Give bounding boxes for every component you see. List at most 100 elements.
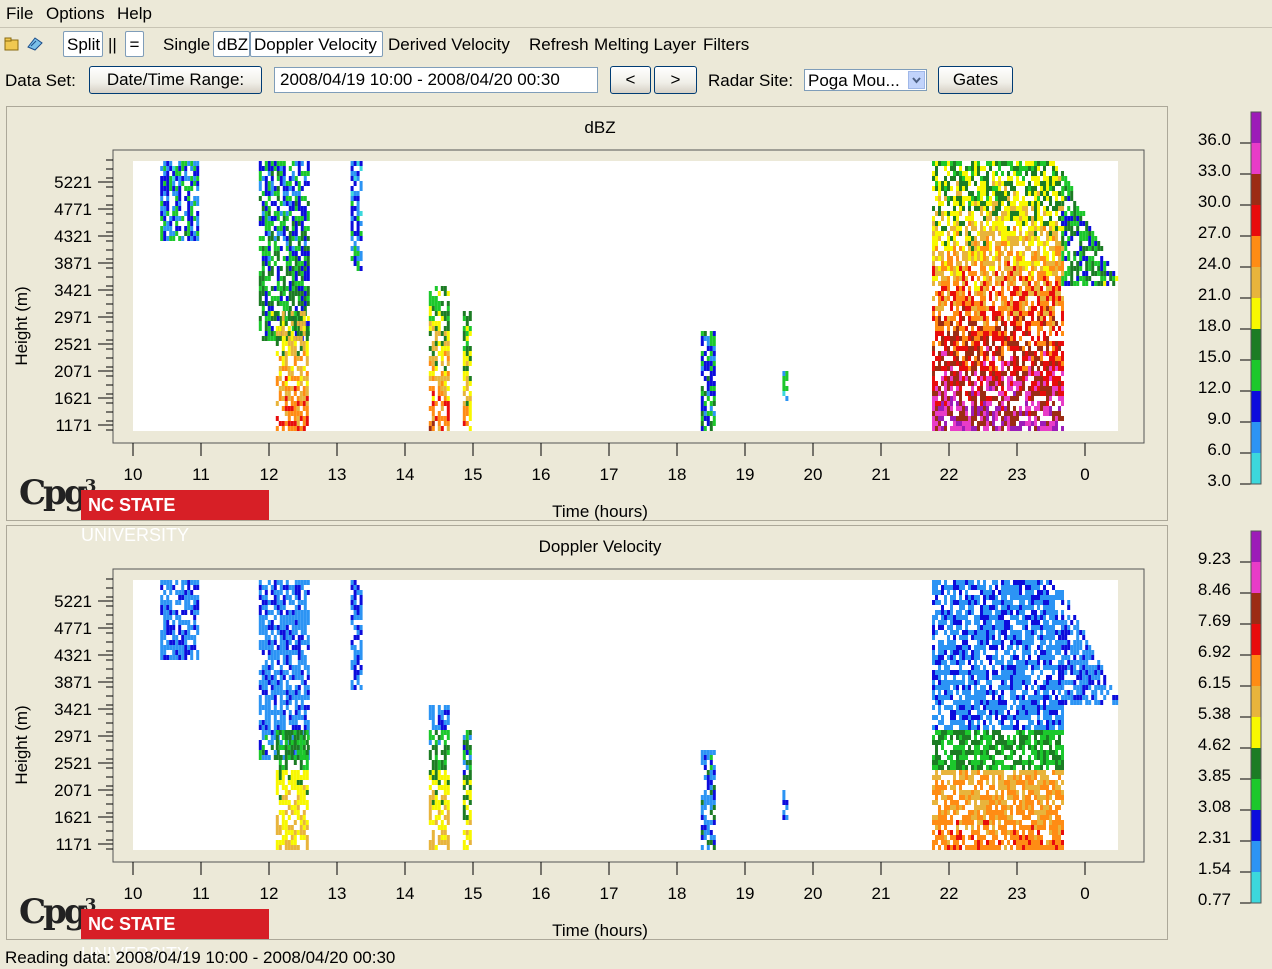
x-tick-label: 21: [872, 884, 891, 903]
x-tick-label: 13: [328, 465, 347, 484]
scale-label: 36.0: [1198, 130, 1231, 149]
y-tick-label: 2521: [54, 754, 92, 773]
y-axis-label: Height (m): [12, 705, 31, 784]
x-tick-label: 19: [736, 465, 755, 484]
menu-options[interactable]: Options: [46, 4, 105, 24]
single-button[interactable]: Single: [163, 35, 210, 55]
x-tick-label: 16: [532, 465, 551, 484]
refresh-button[interactable]: Refresh: [529, 35, 589, 55]
dbz-button[interactable]: dBZ: [213, 31, 250, 57]
ncsu-logo-2: NC STATE UNIVERSITY: [81, 909, 269, 939]
x-tick-label: 23: [1008, 465, 1027, 484]
y-tick-label: 1621: [54, 389, 92, 408]
date-time-range-field[interactable]: 2008/04/19 10:00 - 2008/04/20 00:30: [274, 67, 598, 93]
scale-label: 33.0: [1198, 161, 1231, 180]
gates-button[interactable]: Gates: [938, 66, 1013, 94]
y-tick-label: 4321: [54, 646, 92, 665]
y-tick-label: 1171: [55, 835, 92, 854]
scale-swatch: [1251, 112, 1261, 143]
scale-label: 6.92: [1198, 642, 1231, 661]
scale-swatch: [1251, 422, 1261, 453]
y-tick-label: 2971: [54, 308, 92, 327]
scale-swatch: [1251, 655, 1261, 686]
y-tick-label: 4771: [54, 200, 92, 219]
x-tick-label: 0: [1080, 884, 1089, 903]
scale-label: 2.31: [1198, 828, 1231, 847]
radar-site-select[interactable]: Poga Mou...: [804, 69, 927, 91]
x-axis-label: Time (hours): [552, 502, 648, 521]
scale-label: 3.0: [1207, 471, 1231, 490]
equal-button[interactable]: =: [125, 31, 144, 57]
scale-label: 9.0: [1207, 409, 1231, 428]
x-tick-label: 15: [464, 465, 483, 484]
scale-label: 6.15: [1198, 673, 1231, 692]
scale-swatch: [1251, 810, 1261, 841]
y-tick-label: 4321: [54, 227, 92, 246]
x-tick-label: 17: [600, 884, 619, 903]
scale-label: 15.0: [1198, 347, 1231, 366]
parallel-button[interactable]: ||: [108, 35, 117, 55]
y-axis-label: Height (m): [12, 286, 31, 365]
previous-button[interactable]: <: [610, 66, 651, 94]
x-axis-label: Time (hours): [552, 921, 648, 940]
scale-swatch: [1251, 531, 1261, 562]
dataset-label: Data Set:: [5, 71, 76, 91]
radar-site-label: Radar Site:: [708, 71, 793, 91]
status-bar: Reading data: 2008/04/19 10:00 - 2008/04…: [5, 948, 395, 968]
ncsu-logo: NC STATE UNIVERSITY: [81, 490, 269, 520]
scale-swatch: [1251, 748, 1261, 779]
scale-label: 8.46: [1198, 580, 1231, 599]
y-tick-label: 3421: [54, 281, 92, 300]
scale-label: 4.62: [1198, 735, 1231, 754]
filters-button[interactable]: Filters: [703, 35, 749, 55]
scale-label: 12.0: [1198, 378, 1231, 397]
x-tick-label: 18: [668, 884, 687, 903]
radar-site-value: Poga Mou...: [808, 71, 900, 90]
x-tick-label: 21: [872, 465, 891, 484]
x-tick-label: 15: [464, 884, 483, 903]
derived-velocity-button[interactable]: Derived Velocity: [388, 35, 510, 55]
doppler-velocity-button[interactable]: Doppler Velocity: [250, 31, 383, 57]
date-time-range-button[interactable]: Date/Time Range:: [89, 66, 262, 94]
x-tick-label: 13: [328, 884, 347, 903]
next-button[interactable]: >: [654, 66, 697, 94]
scale-swatch: [1251, 624, 1261, 655]
y-tick-label: 5221: [54, 592, 92, 611]
x-tick-label: 18: [668, 465, 687, 484]
y-tick-label: 3871: [54, 673, 92, 692]
scale-swatch: [1251, 143, 1261, 174]
scale-swatch: [1251, 329, 1261, 360]
save-data-icon[interactable]: [26, 35, 44, 51]
chevron-down-icon[interactable]: [908, 71, 925, 89]
scale-label: 9.23: [1198, 549, 1231, 568]
scale-label: 7.69: [1198, 611, 1231, 630]
scale-swatch: [1251, 686, 1261, 717]
menu-help[interactable]: Help: [117, 4, 152, 24]
x-tick-label: 12: [260, 465, 279, 484]
split-button[interactable]: Split: [63, 31, 103, 57]
scale-label: 18.0: [1198, 316, 1231, 335]
scale-swatch: [1251, 562, 1261, 593]
y-tick-label: 3421: [54, 700, 92, 719]
scale-label: 27.0: [1198, 223, 1231, 242]
x-tick-label: 11: [192, 884, 210, 903]
melting-layer-button[interactable]: Melting Layer: [594, 35, 696, 55]
scale-swatch: [1251, 205, 1261, 236]
scale-swatch: [1251, 267, 1261, 298]
scale-label: 24.0: [1198, 254, 1231, 273]
x-tick-label: 23: [1008, 884, 1027, 903]
menu-file[interactable]: File: [6, 4, 33, 24]
x-tick-label: 0: [1080, 465, 1089, 484]
scale-label: 0.77: [1198, 890, 1231, 909]
x-tick-label: 10: [124, 465, 143, 484]
x-tick-label: 22: [940, 465, 959, 484]
y-tick-label: 2521: [54, 335, 92, 354]
scale-label: 3.85: [1198, 766, 1231, 785]
y-tick-label: 3871: [54, 254, 92, 273]
scale-swatch: [1251, 174, 1261, 205]
y-tick-label: 2071: [54, 362, 92, 381]
scale-label: 30.0: [1198, 192, 1231, 211]
open-folder-icon[interactable]: [4, 36, 20, 50]
scale-swatch: [1251, 872, 1261, 903]
plot-canvas: 5221477143213871342129712521207116211171…: [0, 106, 1272, 526]
